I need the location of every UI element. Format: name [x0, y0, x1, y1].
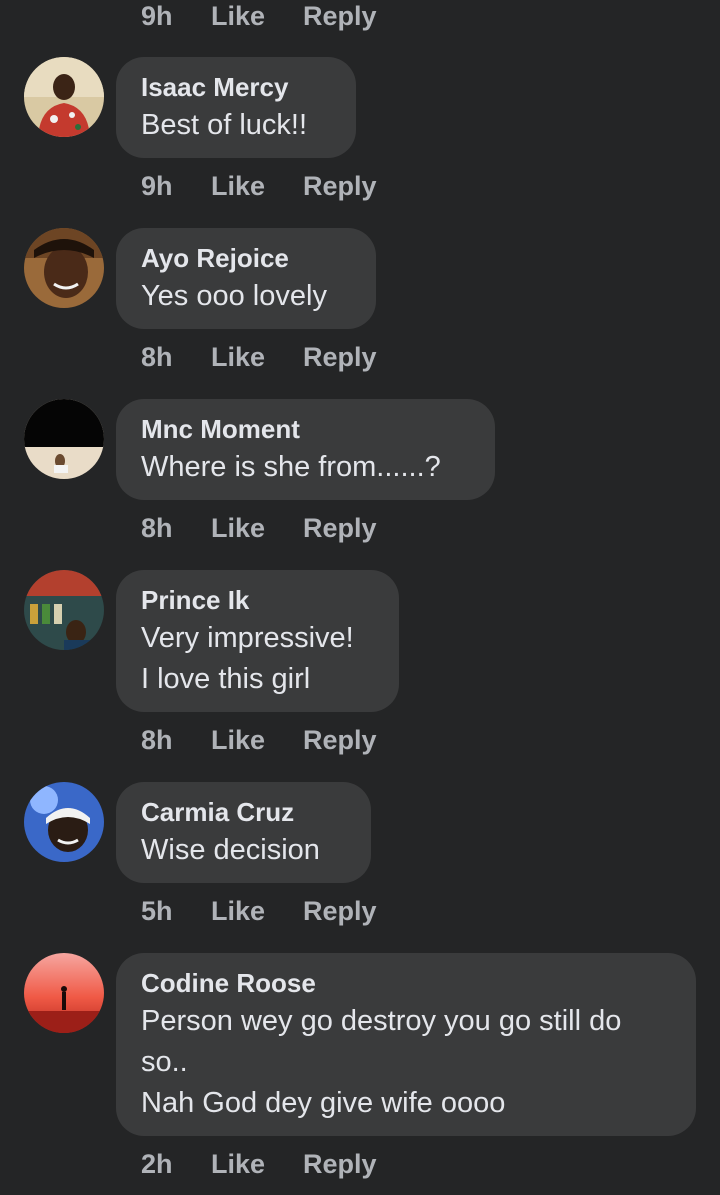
comment-actions: 2h Like Reply	[141, 1148, 377, 1180]
reply-button[interactable]: Reply	[303, 171, 377, 202]
avatar[interactable]	[24, 228, 104, 308]
avatar[interactable]	[24, 399, 104, 479]
reply-button[interactable]: Reply	[303, 342, 377, 373]
reply-button[interactable]: Reply	[303, 896, 377, 927]
comment-actions: 9h Like Reply	[141, 170, 377, 202]
avatar[interactable]	[24, 57, 104, 137]
reply-button[interactable]: Reply	[303, 1, 377, 32]
avatar[interactable]	[24, 570, 104, 650]
comment-actions: 8h Like Reply	[141, 512, 377, 544]
comment-timestamp: 8h	[141, 512, 173, 543]
comment-bubble: Isaac Mercy Best of luck!!	[116, 57, 356, 158]
comment-actions-previous: 9h Like Reply	[141, 0, 377, 32]
like-button[interactable]: Like	[211, 342, 303, 373]
comment-text: Best of luck!!	[141, 109, 308, 141]
like-button[interactable]: Like	[211, 171, 303, 202]
comment-timestamp: 9h	[141, 170, 173, 201]
comment-text: Wise decision	[141, 834, 320, 866]
comment-actions: 8h Like Reply	[141, 341, 377, 373]
comment-bubble: Prince Ik Very impressive! I love this g…	[116, 570, 399, 712]
comment-bubble: Codine Roose Person wey go destroy you g…	[116, 953, 696, 1136]
comment-text: Person wey go destroy you go still do	[141, 1005, 622, 1037]
comment-author[interactable]: Isaac Mercy	[141, 69, 331, 105]
avatar[interactable]	[24, 782, 104, 862]
comment-actions: 8h Like Reply	[141, 724, 377, 756]
comment-timestamp: 2h	[141, 1148, 173, 1179]
comment-text: Nah God dey give wife oooo	[141, 1087, 506, 1119]
comment-text: Very impressive!	[141, 622, 354, 654]
comment-text: so..	[141, 1046, 188, 1078]
reply-button[interactable]: Reply	[303, 513, 377, 544]
comment-author[interactable]: Ayo Rejoice	[141, 240, 351, 276]
comment-text: Yes ooo lovely	[141, 280, 327, 312]
reply-button[interactable]: Reply	[303, 725, 377, 756]
comment-bubble: Carmia Cruz Wise decision	[116, 782, 371, 883]
comment-author[interactable]: Prince Ik	[141, 582, 374, 618]
like-button[interactable]: Like	[211, 725, 303, 756]
comment-author[interactable]: Codine Roose	[141, 965, 671, 1001]
comment-text: I love this girl	[141, 663, 311, 695]
like-button[interactable]: Like	[211, 513, 303, 544]
reply-button[interactable]: Reply	[303, 1149, 377, 1180]
comment-actions: 5h Like Reply	[141, 895, 377, 927]
comment-timestamp: 9h	[141, 0, 173, 31]
like-button[interactable]: Like	[211, 1, 303, 32]
comment-timestamp: 5h	[141, 895, 173, 926]
comment-bubble: Mnc Moment Where is she from......?	[116, 399, 495, 500]
comment-timestamp: 8h	[141, 341, 173, 372]
like-button[interactable]: Like	[211, 896, 303, 927]
comment-text: Where is she from......?	[141, 451, 441, 483]
comment-bubble: Ayo Rejoice Yes ooo lovely	[116, 228, 376, 329]
comment-author[interactable]: Carmia Cruz	[141, 794, 346, 830]
avatar[interactable]	[24, 953, 104, 1033]
comment-author[interactable]: Mnc Moment	[141, 411, 470, 447]
like-button[interactable]: Like	[211, 1149, 303, 1180]
comment-timestamp: 8h	[141, 724, 173, 755]
